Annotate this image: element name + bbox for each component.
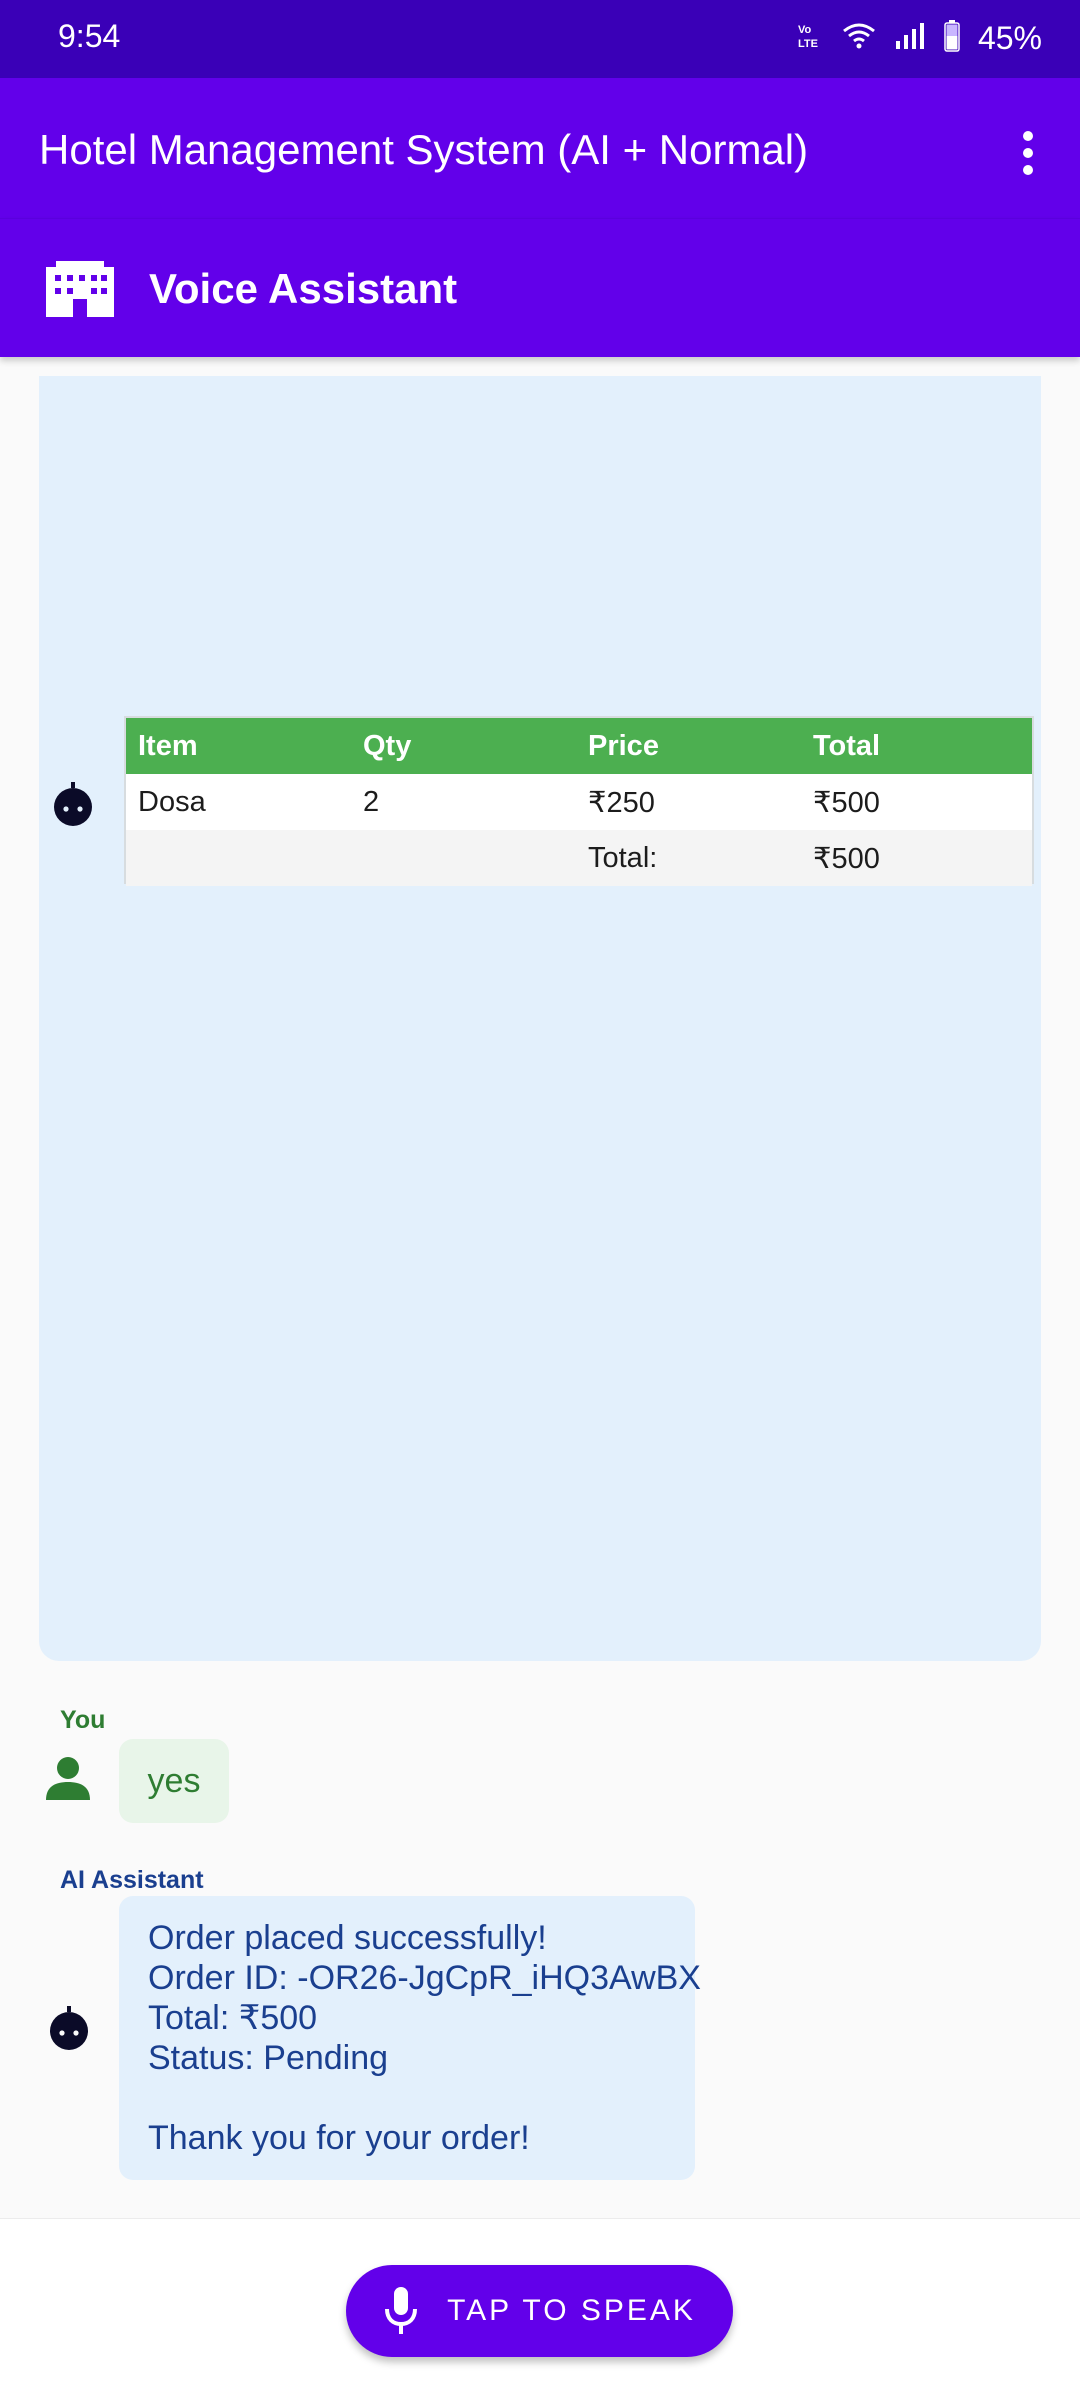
volte-icon: Vo LTE (798, 21, 824, 56)
bot-avatar-icon (48, 2006, 90, 2055)
signal-icon (894, 21, 926, 56)
table-footer-row: Total: ₹500 (126, 830, 1032, 886)
status-time: 9:54 (58, 18, 121, 54)
chat-area[interactable]: Item Qty Price Total Dosa 2 ₹250 ₹500 To… (0, 356, 1080, 2218)
table-header-cell: Qty (363, 729, 412, 762)
battery-icon (944, 19, 960, 57)
ai-message-bubble: Order placed successfully! Order ID: -OR… (119, 1896, 701, 2180)
svg-text:LTE: LTE (798, 38, 818, 50)
table-footer-cell: ₹500 (813, 842, 880, 875)
app-bar: Hotel Management System (AI + Normal) (0, 78, 1080, 218)
user-message-bubble: yes (119, 1739, 229, 1823)
user-sender-label: You (60, 1706, 106, 1734)
status-bar: 9:54 Vo LTE 45% (0, 0, 1080, 78)
table-header-cell: Item (138, 729, 198, 762)
ai-message-line: Total: ₹500 (148, 1999, 318, 2037)
table-cell: ₹250 (588, 786, 655, 819)
table-cell: 2 (363, 785, 380, 818)
table-cell: ₹500 (813, 786, 880, 819)
table-footer-cell: Total: (588, 841, 658, 874)
battery-percent: 45% (977, 19, 1042, 56)
app-title: Hotel Management System (AI + Normal) (39, 126, 809, 173)
wifi-icon (842, 21, 876, 56)
status-icons: Vo LTE 45% (798, 16, 1042, 60)
ai-message-line: Thank you for your order! (148, 2119, 530, 2157)
ai-message-line (148, 2078, 666, 2118)
hotel-building-icon (46, 261, 114, 322)
more-options-button[interactable] (1000, 118, 1056, 188)
bot-avatar-icon (52, 782, 94, 831)
tap-to-speak-label: TAP TO SPEAK (447, 2294, 696, 2327)
tap-to-speak-button[interactable]: TAP TO SPEAK (346, 2265, 733, 2357)
voice-assistant-header: Voice Assistant (0, 218, 1080, 357)
ai-message-line: Order ID: -OR26-JgCpR_iHQ3AwBX (148, 1959, 701, 1997)
order-table: Item Qty Price Total Dosa 2 ₹250 ₹500 To… (124, 716, 1034, 886)
table-header-cell: Price (588, 729, 659, 762)
table-cell: Dosa (138, 785, 206, 818)
more-vert-icon (1023, 131, 1033, 175)
ai-message-line: Order placed successfully! (148, 1919, 547, 1957)
svg-text:Vo: Vo (798, 24, 812, 36)
bot-message-panel (39, 376, 1041, 1661)
voice-assistant-title: Voice Assistant (149, 265, 458, 312)
table-header-row: Item Qty Price Total (126, 718, 1032, 774)
ai-message-line: Status: Pending (148, 2039, 389, 2077)
bottom-bar: TAP TO SPEAK (0, 2218, 1080, 2401)
user-avatar-icon (46, 1756, 90, 1805)
mic-icon (385, 2287, 418, 2334)
table-row: Dosa 2 ₹250 ₹500 (126, 774, 1032, 830)
ai-sender-label: AI Assistant (60, 1866, 204, 1894)
table-header-cell: Total (813, 729, 881, 762)
